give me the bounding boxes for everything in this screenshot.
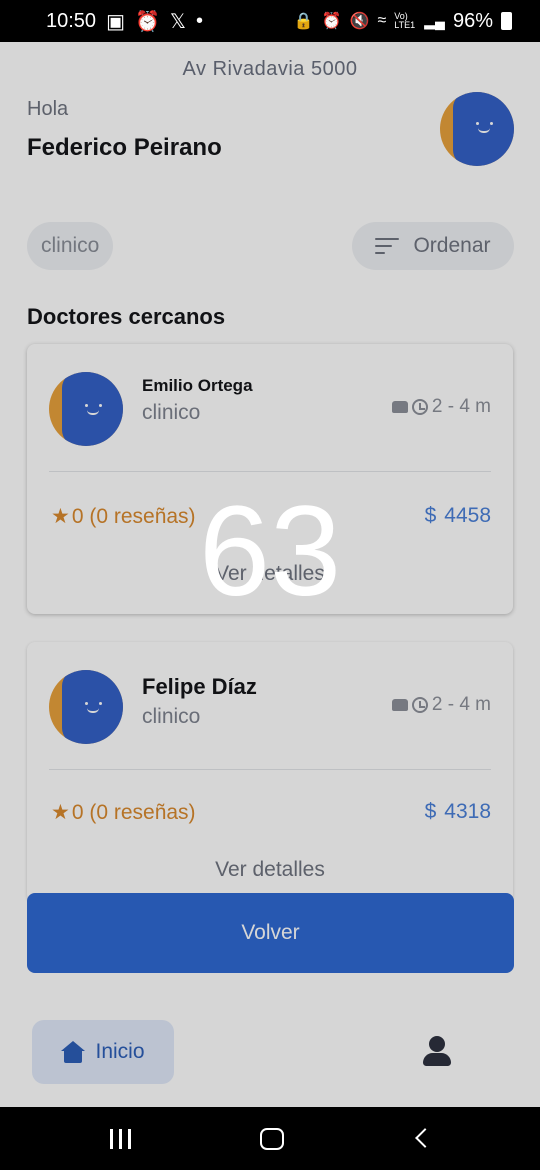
wifi-icon: ≈ xyxy=(377,12,387,29)
home-button-icon[interactable] xyxy=(260,1128,284,1150)
signal-icon: ▂▄ xyxy=(424,12,445,29)
lock-icon: 🔒 xyxy=(293,13,314,30)
more-notifications-dot-icon: • xyxy=(196,9,204,32)
battery-percent: 96% xyxy=(452,9,493,32)
battery-icon xyxy=(501,12,512,30)
recents-icon[interactable] xyxy=(110,1129,132,1149)
alarm-icon: ⏰ xyxy=(321,13,342,30)
overlay-counter: 63 xyxy=(198,480,342,623)
gallery-notification-icon: ▣ xyxy=(106,10,125,33)
mute-icon: 🔇 xyxy=(349,13,370,30)
status-bar: 10:50 ▣ ⏰ 𝕏 • 🔒 ⏰ 🔇 ≈ Vo) LTE1 ▂▄ 96% xyxy=(0,0,540,42)
volte-label: Vo) LTE1 xyxy=(394,11,416,30)
status-time: 10:50 xyxy=(46,9,97,32)
back-icon[interactable] xyxy=(415,1128,435,1148)
system-nav-bar xyxy=(0,1107,540,1170)
x-notification-icon: 𝕏 xyxy=(169,10,186,33)
alarm-notification-icon: ⏰ xyxy=(134,10,160,33)
